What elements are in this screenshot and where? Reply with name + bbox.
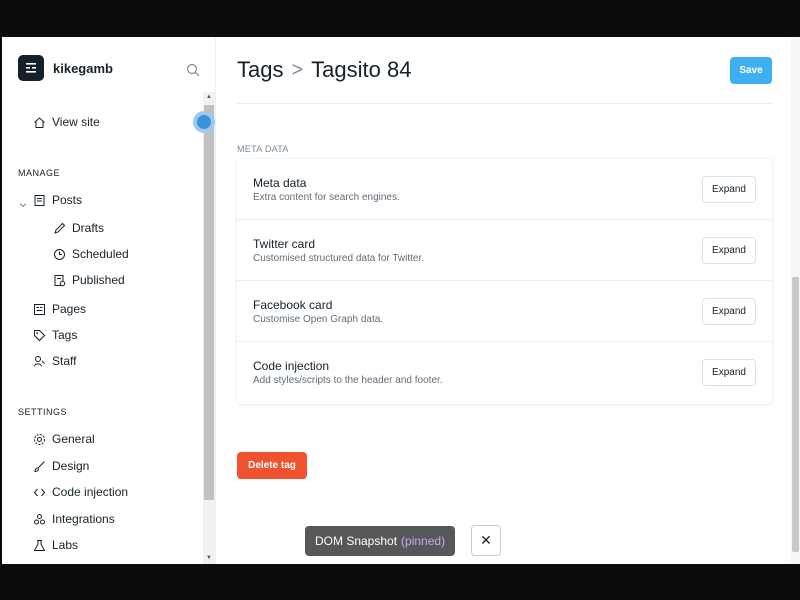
meta-row-code-injection: Code injection Add styles/scripts to the… <box>237 342 772 403</box>
row-description: Add styles/scripts to the header and foo… <box>253 375 443 386</box>
meta-row-facebook-card: Facebook card Customise Open Graph data.… <box>237 281 772 342</box>
nav-scheduled-label: Scheduled <box>72 247 129 261</box>
toast-pinned-label: (pinned) <box>401 534 446 548</box>
nav-tags-label: Tags <box>52 328 78 342</box>
nav-integrations[interactable]: Integrations <box>32 510 115 528</box>
breadcrumb-separator: > <box>291 58 304 81</box>
nav-design-label: Design <box>52 459 90 473</box>
meta-row-meta-data: Meta data Extra content for search engin… <box>237 159 772 220</box>
header-divider <box>237 103 772 104</box>
gear-icon <box>32 432 46 446</box>
home-icon <box>32 115 46 129</box>
sidebar-scrollbar-thumb[interactable] <box>204 105 214 500</box>
code-icon <box>32 485 46 499</box>
dom-snapshot-toast: DOM Snapshot (pinned) <box>305 526 456 556</box>
nav-staff-label: Staff <box>52 354 77 368</box>
nav-pages-label: Pages <box>52 302 87 316</box>
nav-general-label: General <box>52 432 95 446</box>
flask-icon <box>32 538 46 552</box>
pencil-icon <box>52 221 66 235</box>
nav-design[interactable]: Design <box>32 457 89 475</box>
nav-scheduled[interactable]: Scheduled <box>52 245 129 263</box>
row-title: Facebook card <box>253 298 333 312</box>
expand-code-injection-button[interactable]: Expand <box>702 359 756 386</box>
nav-drafts-label: Drafts <box>72 221 105 235</box>
toast-text: DOM Snapshot <box>315 534 398 548</box>
brush-icon <box>32 459 46 473</box>
save-button[interactable]: Save <box>730 57 772 84</box>
nav-drafts[interactable]: Drafts <box>52 219 104 237</box>
main-content: Tags > Tagsito 84 Save META DATA Meta da… <box>216 37 791 564</box>
expand-twitter-card-button[interactable]: Expand <box>702 237 756 264</box>
nav-general[interactable]: General <box>32 430 95 448</box>
delete-tag-button[interactable]: Delete tag <box>237 452 307 479</box>
meta-data-card: Meta data Extra content for search engin… <box>237 159 772 404</box>
page-title: Tagsito 84 <box>311 57 412 82</box>
sidebar: kikegamb View site MANAGE Posts Drafts S… <box>2 37 216 564</box>
brand-name: kikegamb <box>53 60 113 76</box>
chevron-down-icon[interactable] <box>19 196 27 214</box>
nav-integrations-label: Integrations <box>52 512 115 526</box>
cursor-indicator <box>193 111 215 133</box>
tag-icon <box>32 328 46 342</box>
nav-posts-label: Posts <box>52 193 83 207</box>
breadcrumb: Tags > Tagsito 84 <box>237 57 411 83</box>
expand-meta-data-button[interactable]: Expand <box>702 176 756 203</box>
pages-icon <box>32 302 46 316</box>
scroll-down-arrow-icon[interactable]: ▼ <box>206 555 212 561</box>
nav-staff[interactable]: Staff <box>32 352 76 370</box>
nav-code-injection-label: Code injection <box>52 485 129 499</box>
clock-icon <box>52 247 66 261</box>
nav-posts[interactable]: Posts <box>32 191 82 209</box>
nav-labs[interactable]: Labs <box>32 536 78 554</box>
nav-tags[interactable]: Tags <box>32 326 77 344</box>
published-doc-icon <box>52 273 66 287</box>
meta-data-section-label: META DATA <box>237 144 289 154</box>
nav-pages[interactable]: Pages <box>32 300 86 318</box>
nav-view-site-label: View site <box>52 115 100 129</box>
brand-logo-icon <box>18 55 44 81</box>
nav-published-label: Published <box>72 273 125 287</box>
posts-icon <box>32 193 46 207</box>
search-icon[interactable] <box>186 63 200 82</box>
close-icon[interactable]: ✕ <box>471 525 501 556</box>
integrations-icon <box>32 512 46 526</box>
row-description: Customised structured data for Twitter. <box>253 253 425 264</box>
main-scrollbar-thumb[interactable] <box>792 277 799 552</box>
nav-code-injection[interactable]: Code injection <box>32 483 128 501</box>
staff-icon <box>32 354 46 368</box>
settings-section-label: SETTINGS <box>18 407 68 417</box>
breadcrumb-parent[interactable]: Tags <box>237 57 283 83</box>
row-title: Code injection <box>253 359 330 373</box>
meta-row-twitter-card: Twitter card Customised structured data … <box>237 220 772 281</box>
row-title: Meta data <box>253 176 307 190</box>
manage-section-label: MANAGE <box>18 168 61 178</box>
scroll-up-arrow-icon[interactable]: ▲ <box>206 94 212 100</box>
brand[interactable]: kikegamb <box>18 55 113 81</box>
app-window: kikegamb View site MANAGE Posts Drafts S… <box>2 37 800 564</box>
row-title: Twitter card <box>253 237 316 251</box>
expand-facebook-card-button[interactable]: Expand <box>702 298 756 325</box>
row-description: Extra content for search engines. <box>253 192 400 203</box>
nav-published[interactable]: Published <box>52 271 125 289</box>
nav-labs-label: Labs <box>52 538 79 552</box>
nav-view-site[interactable]: View site <box>32 113 100 131</box>
row-description: Customise Open Graph data. <box>253 314 384 325</box>
